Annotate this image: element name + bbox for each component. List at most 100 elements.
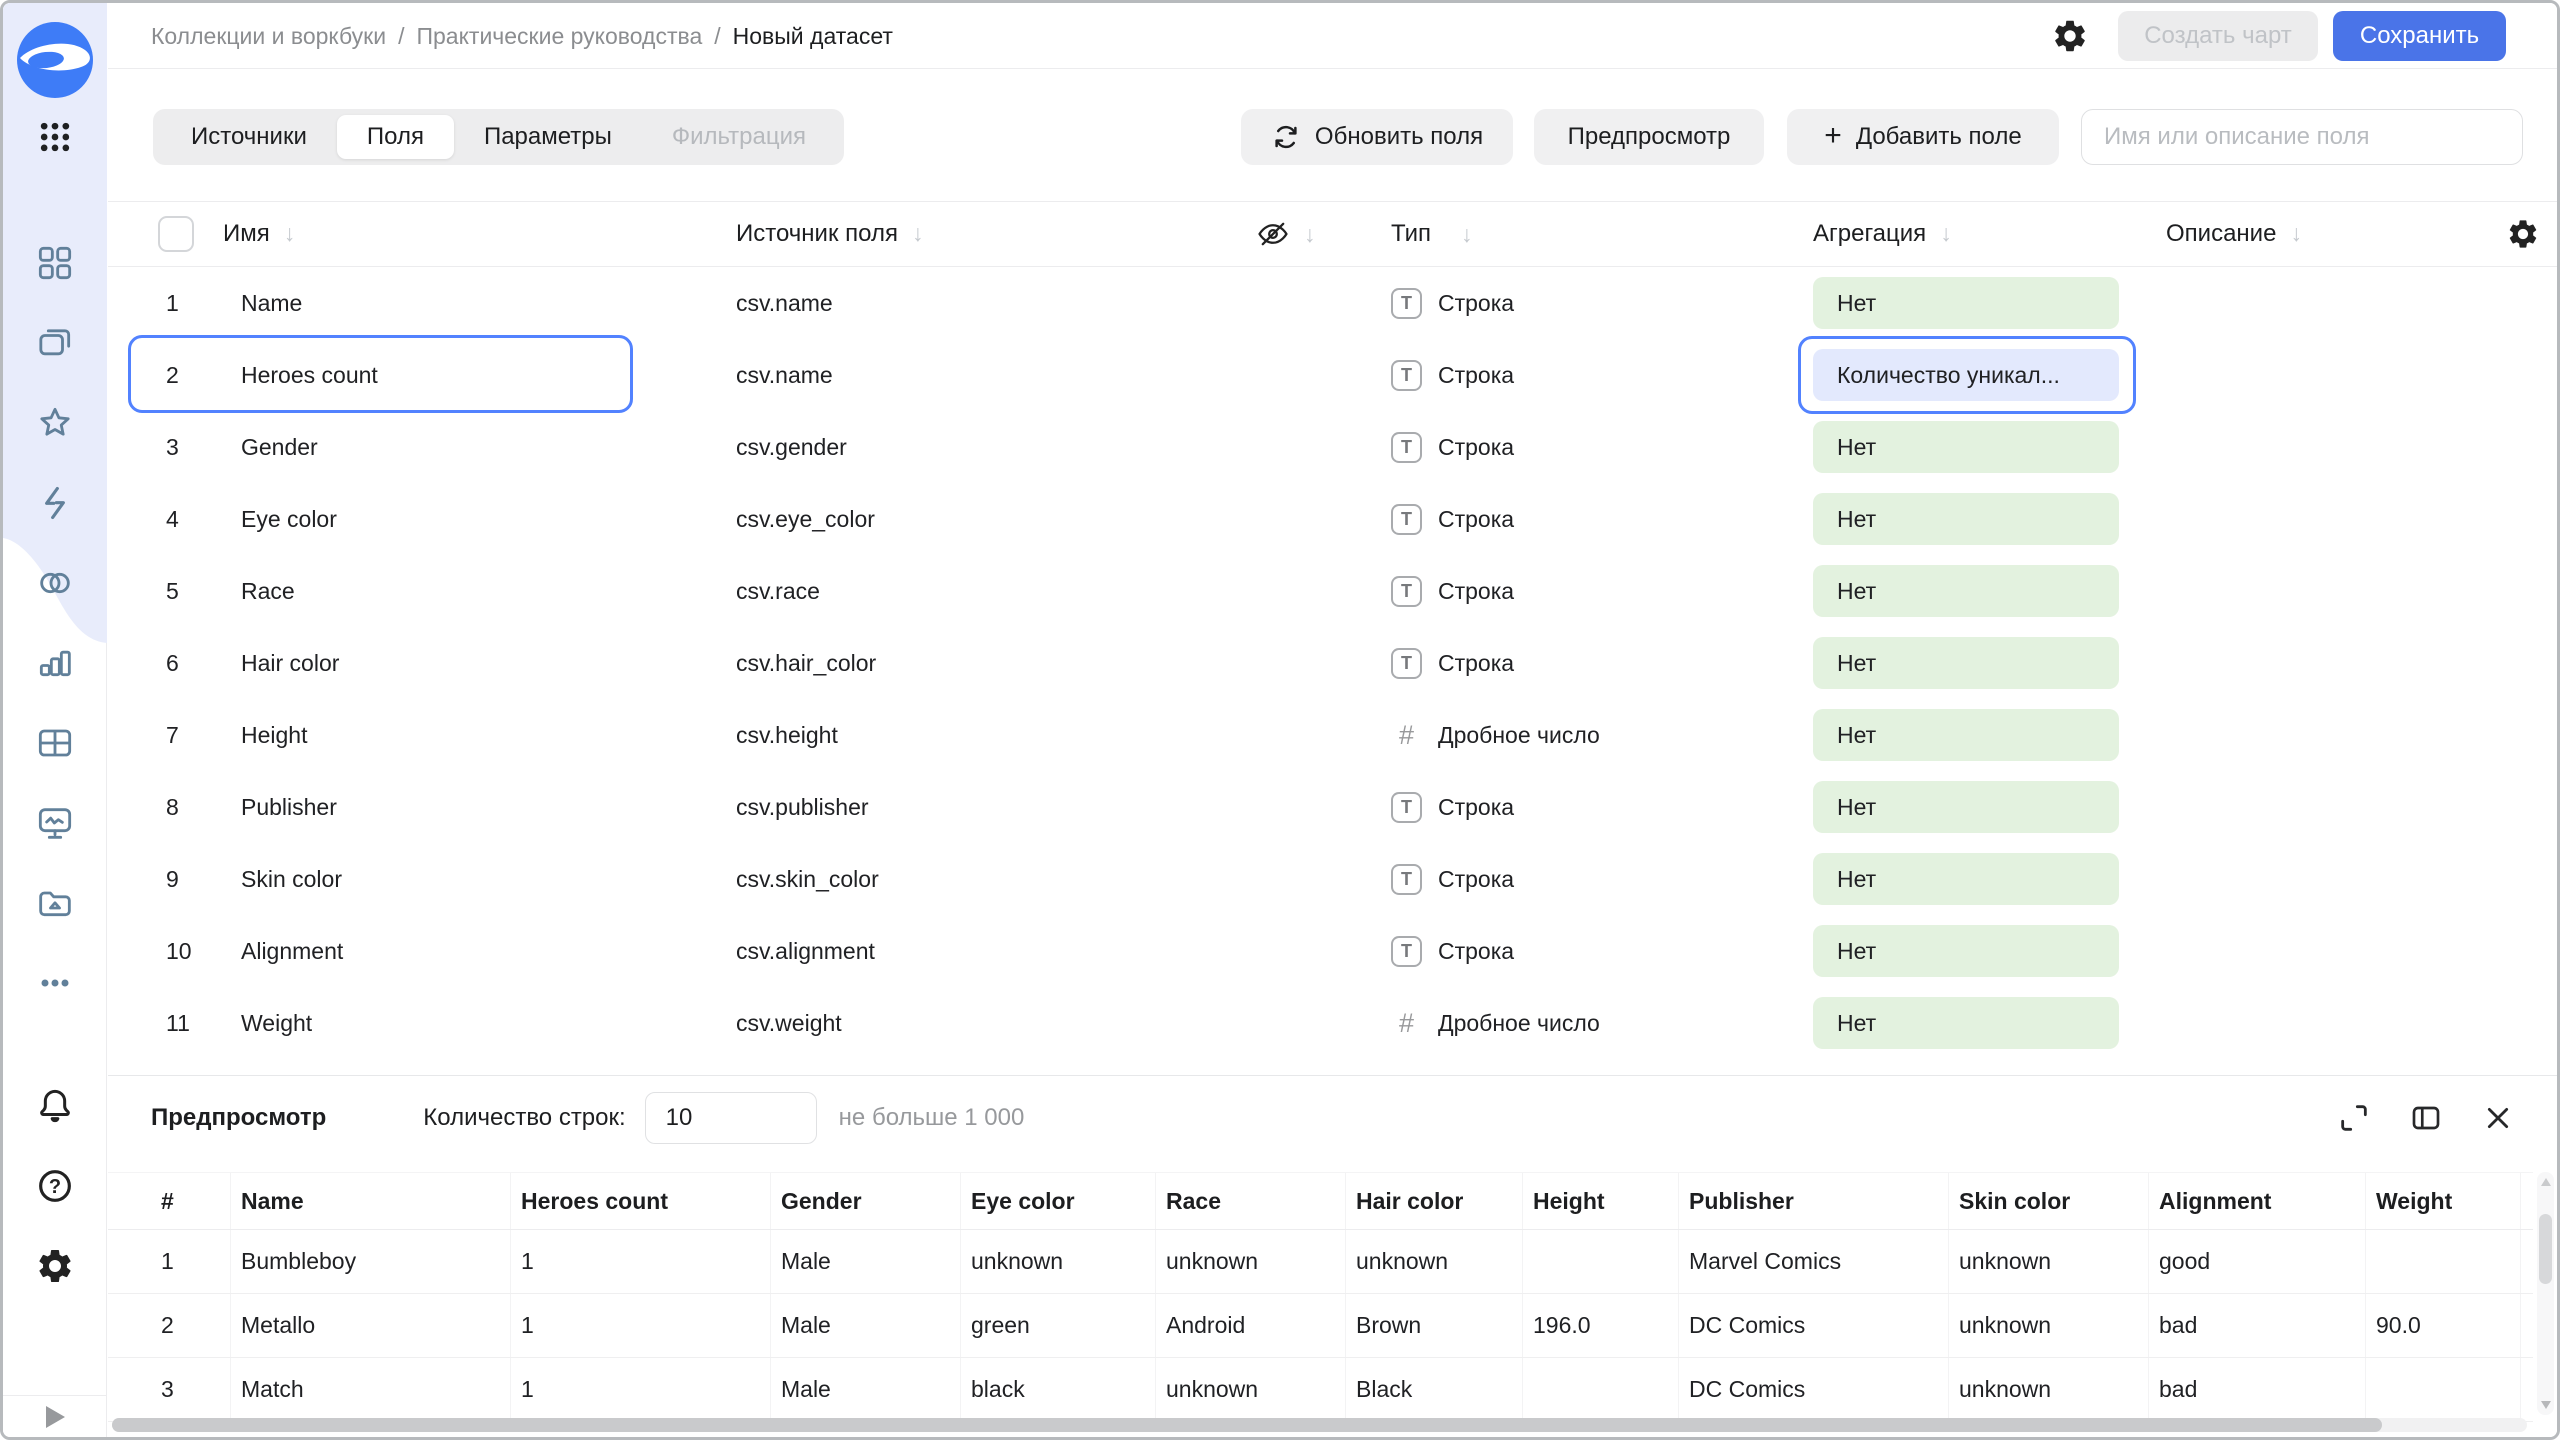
preview-cell: Metallo — [231, 1294, 511, 1357]
field-name-cell[interactable]: Publisher — [241, 794, 736, 821]
refresh-fields-button[interactable]: Обновить поля — [1241, 109, 1513, 165]
row-count-input[interactable] — [645, 1092, 817, 1144]
aggregation-select[interactable]: Нет — [1813, 565, 2119, 617]
field-name-cell[interactable]: Eye color — [241, 506, 736, 533]
add-field-button[interactable]: + Добавить поле — [1787, 109, 2059, 165]
charts-icon[interactable] — [35, 643, 75, 683]
aggregation-select[interactable]: Нет — [1813, 781, 2119, 833]
dataset-settings-gear-icon[interactable] — [2051, 17, 2089, 55]
field-type-cell[interactable]: TСтрока — [1391, 432, 1813, 463]
column-header-visibility[interactable]: ↓ — [1256, 217, 1391, 251]
field-search — [2081, 109, 2523, 165]
field-type-label: Строка — [1438, 578, 1514, 605]
field-name-cell[interactable]: Hair color — [241, 650, 736, 677]
preview-col-weight: Weight — [2366, 1173, 2521, 1229]
preview-cell: unknown — [961, 1230, 1156, 1293]
preview-vertical-scrollbar[interactable] — [2537, 1172, 2554, 1415]
table-settings-gear-icon[interactable] — [2506, 217, 2540, 251]
aggregation-select[interactable]: Нет — [1813, 493, 2119, 545]
more-ellipsis-icon[interactable] — [35, 963, 75, 1003]
save-button[interactable]: Сохранить — [2333, 11, 2506, 61]
aggregation-select[interactable]: Нет — [1813, 277, 2119, 329]
column-header-description[interactable]: Описание↓ — [2166, 220, 2506, 248]
field-type-cell[interactable]: TСтрока — [1391, 288, 1813, 319]
favorites-star-icon[interactable] — [35, 403, 75, 443]
field-type-cell[interactable]: TСтрока — [1391, 864, 1813, 895]
field-search-input[interactable] — [2081, 109, 2523, 165]
field-name-cell[interactable]: Alignment — [241, 938, 736, 965]
dock-preview-icon[interactable] — [2410, 1102, 2442, 1134]
files-folder-icon[interactable] — [35, 883, 75, 923]
row-limit-hint: не больше 1 000 — [839, 1104, 1025, 1132]
expand-preview-icon[interactable] — [2338, 1102, 2370, 1134]
field-type-cell[interactable]: TСтрока — [1391, 936, 1813, 967]
field-type-label: Строка — [1438, 650, 1514, 677]
preview-cell: Android — [1156, 1294, 1346, 1357]
row-number: 4 — [151, 506, 241, 533]
field-type-label: Дробное число — [1438, 722, 1600, 749]
aggregation-select[interactable]: Нет — [1813, 997, 2119, 1049]
notifications-bell-icon[interactable] — [35, 1086, 75, 1126]
apps-grid-icon[interactable] — [35, 117, 75, 157]
horizontal-scroll-thumb[interactable] — [112, 1418, 2382, 1432]
field-source-cell: csv.race — [736, 578, 1256, 605]
field-type-cell[interactable]: TСтрока — [1391, 504, 1813, 535]
field-row: 2Heroes countcsv.nameTСтрокаКоличество у… — [108, 339, 2557, 411]
tab-parameters[interactable]: Параметры — [454, 115, 642, 159]
create-chart-button[interactable]: Создать чарт — [2118, 11, 2318, 61]
collections-icon[interactable] — [35, 323, 75, 363]
column-header-source[interactable]: Источник поля↓ — [736, 220, 1256, 248]
field-type-label: Строка — [1438, 794, 1514, 821]
string-type-icon: T — [1391, 504, 1422, 535]
quick-actions-bolt-icon[interactable] — [35, 483, 75, 523]
field-type-cell[interactable]: TСтрока — [1391, 576, 1813, 607]
select-all-checkbox[interactable] — [158, 216, 194, 252]
column-header-name[interactable]: Имя↓ — [241, 220, 736, 248]
aggregation-select[interactable]: Нет — [1813, 421, 2119, 473]
field-name-cell[interactable]: Weight — [241, 1010, 736, 1037]
aggregation-select[interactable]: Количество уникал... — [1813, 349, 2119, 401]
preview-table-body: 1Bumbleboy1MaleunknownunknownunknownMarv… — [108, 1230, 2533, 1422]
breadcrumb-current-dataset: Новый датасет — [733, 23, 893, 50]
field-name-cell[interactable]: Heroes count — [241, 362, 736, 389]
settings-gear-icon[interactable] — [35, 1246, 75, 1286]
help-icon[interactable]: ? — [35, 1166, 75, 1206]
aggregation-select[interactable]: Нет — [1813, 925, 2119, 977]
field-name-cell[interactable]: Race — [241, 578, 736, 605]
toggle-preview-button[interactable]: Предпросмотр — [1534, 109, 1764, 165]
row-number: 5 — [151, 578, 241, 605]
field-type-cell[interactable]: TСтрока — [1391, 792, 1813, 823]
field-name-cell[interactable]: Height — [241, 722, 736, 749]
dashboards-monitor-icon[interactable] — [35, 803, 75, 843]
breadcrumb-collections[interactable]: Коллекции и воркбуки — [151, 23, 386, 50]
close-preview-icon[interactable] — [2482, 1102, 2514, 1134]
connections-icon[interactable] — [35, 563, 75, 603]
sidebar-expand-button[interactable] — [3, 1395, 107, 1437]
aggregation-select[interactable]: Нет — [1813, 709, 2119, 761]
field-type-cell[interactable]: #Дробное число — [1391, 1008, 1813, 1039]
string-type-icon: T — [1391, 288, 1422, 319]
preview-header: Предпросмотр Количество строк: не больше… — [108, 1076, 2557, 1160]
breadcrumb-workbook[interactable]: Практические руководства — [416, 23, 702, 50]
aggregation-select[interactable]: Нет — [1813, 853, 2119, 905]
field-name-cell[interactable]: Name — [241, 290, 736, 317]
field-type-cell[interactable]: TСтрока — [1391, 648, 1813, 679]
field-name-cell[interactable]: Skin color — [241, 866, 736, 893]
field-type-cell[interactable]: #Дробное число — [1391, 720, 1813, 751]
preview-horizontal-scrollbar[interactable] — [112, 1418, 2527, 1432]
preview-row: 3Match1MaleblackunknownBlackDC Comicsunk… — [108, 1358, 2533, 1422]
tables-icon[interactable] — [35, 723, 75, 763]
column-header-aggregation[interactable]: Агрегация↓ — [1813, 220, 2166, 248]
field-source-cell: csv.weight — [736, 1010, 1256, 1037]
datalens-logo[interactable] — [17, 22, 93, 103]
widgets-icon[interactable] — [35, 243, 75, 283]
tab-fields[interactable]: Поля — [337, 115, 454, 159]
preview-cell: bad — [2149, 1358, 2366, 1421]
field-type-cell[interactable]: TСтрока — [1391, 360, 1813, 391]
field-name-cell[interactable]: Gender — [241, 434, 736, 461]
aggregation-select[interactable]: Нет — [1813, 637, 2119, 689]
vertical-scroll-thumb[interactable] — [2539, 1214, 2552, 1284]
fields-table-header: Имя↓ Источник поля↓ ↓ Тип↓ Агрегация↓ — [108, 201, 2557, 267]
column-header-type[interactable]: Тип↓ — [1391, 220, 1813, 248]
tab-sources[interactable]: Источники — [161, 115, 337, 159]
